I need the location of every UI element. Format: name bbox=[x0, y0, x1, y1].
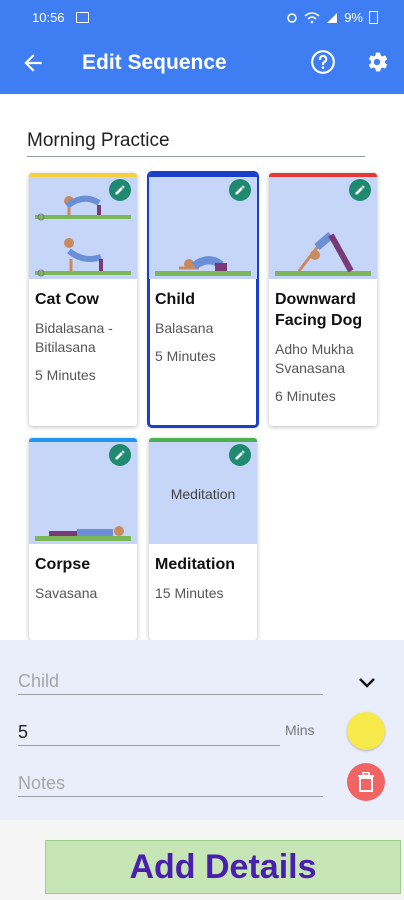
status-right: 9% bbox=[286, 10, 378, 25]
sync-icon bbox=[287, 12, 297, 23]
pose-image: Meditation bbox=[149, 438, 257, 544]
pose-name: Meditation bbox=[155, 556, 235, 573]
gear-icon[interactable] bbox=[364, 49, 390, 75]
pencil-icon[interactable] bbox=[229, 444, 251, 466]
pose-card-meditation[interactable]: Meditation Meditation 15 Minutes bbox=[149, 438, 257, 640]
pose-duration: 5 Minutes bbox=[35, 367, 96, 383]
app-bar: Edit Sequence bbox=[0, 34, 404, 94]
page-title: Edit Sequence bbox=[82, 51, 227, 74]
battery-icon bbox=[369, 11, 378, 24]
pencil-icon[interactable] bbox=[109, 179, 131, 201]
notes-input[interactable]: Notes bbox=[18, 770, 323, 797]
pose-name: Downward Facing Dog bbox=[275, 291, 363, 329]
pencil-icon[interactable] bbox=[109, 444, 131, 466]
pose-sanskrit: Adho Mukha Svanasana bbox=[275, 341, 354, 376]
pencil-icon[interactable] bbox=[229, 179, 251, 201]
pose-card-corpse[interactable]: Corpse Savasana bbox=[29, 438, 137, 640]
pose-name: Corpse bbox=[35, 556, 91, 573]
back-arrow-icon[interactable] bbox=[20, 50, 46, 76]
status-bar: 10:56 9% bbox=[0, 0, 404, 34]
wifi-icon bbox=[304, 11, 320, 23]
pose-image bbox=[149, 173, 257, 279]
pose-image bbox=[29, 173, 137, 279]
signal-icon bbox=[327, 12, 338, 23]
pencil-icon[interactable] bbox=[349, 179, 371, 201]
help-icon[interactable] bbox=[310, 49, 336, 75]
card-accent bbox=[29, 173, 137, 177]
pose-card-downward-dog[interactable]: Downward Facing Dog Adho Mukha Svanasana… bbox=[269, 173, 377, 426]
minutes-unit-label: Mins bbox=[285, 722, 315, 738]
pose-card-cat-cow[interactable]: Cat Cow Bidalasana - Bitilasana 5 Minute… bbox=[29, 173, 137, 426]
gallery-icon bbox=[76, 12, 89, 23]
status-time: 10:56 bbox=[32, 10, 65, 25]
card-accent bbox=[269, 173, 377, 177]
pose-select[interactable]: Child bbox=[18, 668, 323, 695]
card-accent bbox=[149, 173, 257, 177]
pose-sanskrit: Bidalasana - Bitilasana bbox=[35, 320, 113, 355]
delete-button[interactable] bbox=[347, 763, 385, 801]
pose-editor-panel: Child 5 Mins Notes bbox=[0, 640, 404, 820]
color-picker[interactable] bbox=[347, 712, 385, 750]
add-details-button[interactable]: Add Details bbox=[45, 840, 401, 894]
pose-duration: 6 Minutes bbox=[275, 388, 336, 404]
pose-duration: 5 Minutes bbox=[155, 348, 216, 364]
pose-sanskrit: Balasana bbox=[155, 320, 214, 336]
minutes-input[interactable]: 5 bbox=[18, 719, 280, 746]
card-accent bbox=[149, 438, 257, 442]
pose-image bbox=[269, 173, 377, 279]
pose-name: Cat Cow bbox=[35, 291, 99, 308]
sequence-name-input[interactable]: Morning Practice bbox=[27, 126, 365, 157]
card-accent bbox=[29, 438, 137, 442]
pose-duration: 15 Minutes bbox=[155, 585, 224, 601]
pose-sanskrit: Savasana bbox=[35, 585, 98, 601]
pose-card-child[interactable]: Child Balasana 5 Minutes bbox=[147, 171, 259, 428]
chevron-down-icon[interactable] bbox=[355, 670, 379, 694]
trash-icon bbox=[358, 772, 374, 792]
pose-image bbox=[29, 438, 137, 544]
meditation-image-text: Meditation bbox=[170, 486, 236, 502]
pose-name: Child bbox=[155, 291, 195, 308]
battery-percent: 9% bbox=[344, 10, 363, 25]
